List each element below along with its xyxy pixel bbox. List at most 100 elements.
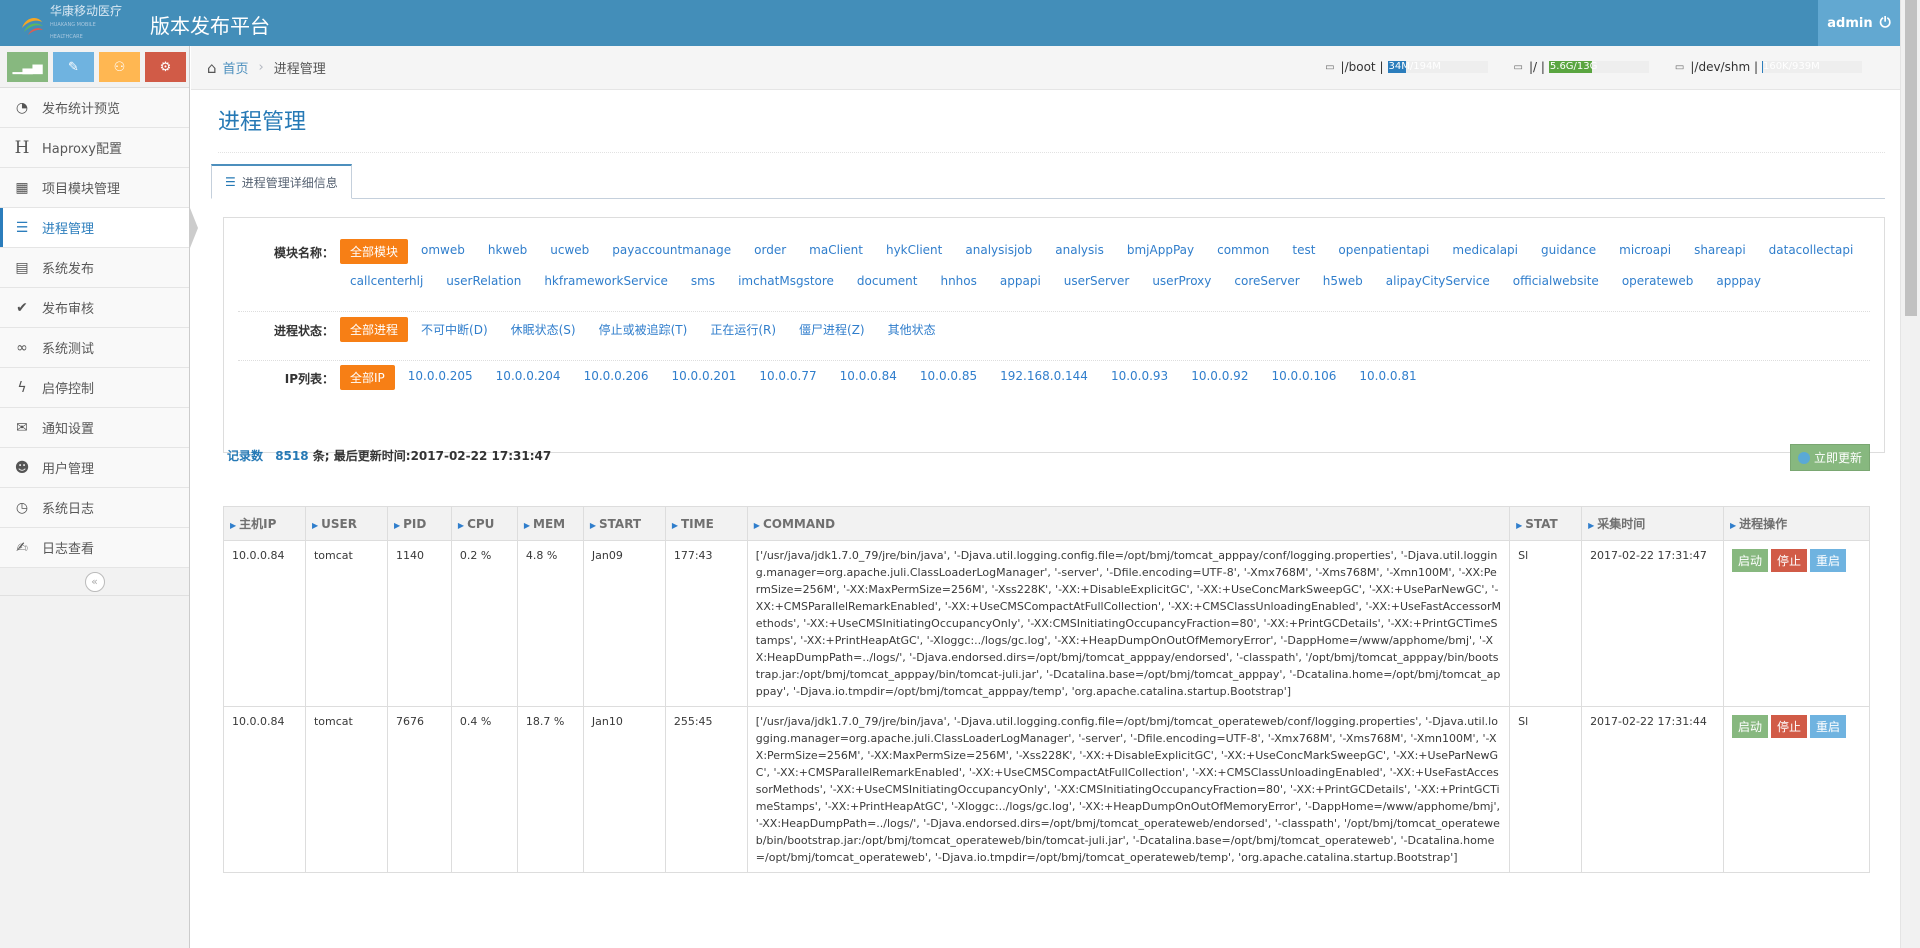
status-filter-item[interactable]: 休眠状态(S) xyxy=(501,317,586,342)
column-header[interactable]: ▶ CPU xyxy=(450,506,518,541)
status-filter-item[interactable]: 其他状态 xyxy=(878,317,946,342)
status-filter-item[interactable]: 不可中断(D) xyxy=(411,317,498,342)
module-filter-item[interactable]: document xyxy=(847,270,928,292)
module-filter-item[interactable]: callcenterhlj xyxy=(340,270,433,292)
sidebar-item[interactable]: ✔ 发布审核 xyxy=(0,288,189,328)
module-filter-item[interactable]: hkframeworkService xyxy=(534,270,678,292)
module-filter-item[interactable]: hykClient xyxy=(876,239,952,264)
module-filter-item[interactable]: ucweb xyxy=(540,239,599,264)
column-header[interactable]: ▶ 主机IP xyxy=(223,506,306,541)
ip-filter-item[interactable]: 10.0.0.93 xyxy=(1101,365,1178,390)
ip-filter-item[interactable]: 10.0.0.205 xyxy=(398,365,483,390)
user-menu[interactable]: admin ⏻ xyxy=(1818,0,1900,46)
module-filter-item[interactable]: apppay xyxy=(1706,270,1771,292)
ip-filter-item[interactable]: 192.168.0.144 xyxy=(990,365,1098,390)
module-filter-item[interactable]: analysisjob xyxy=(955,239,1042,264)
module-filter-item[interactable]: hkweb xyxy=(478,239,537,264)
signal-shortcut-button[interactable]: ▁▃▅ xyxy=(7,52,48,82)
sidebar-item[interactable]: H Haproxy配置 xyxy=(0,128,189,168)
module-filter-item[interactable]: userRelation xyxy=(436,270,531,292)
status-filter-item[interactable]: 全部进程 xyxy=(340,317,409,342)
ip-filter-item[interactable]: 10.0.0.201 xyxy=(661,365,746,390)
restart-button[interactable]: 重启 xyxy=(1810,715,1847,738)
table-header-row: ▶ 主机IP ▶ USER ▶ PID ▶ CPU ▶ MEM ▶ START ▶ TIME ▶ COMMAN… xyxy=(223,506,1871,541)
module-filter-item[interactable]: imchatMsgstore xyxy=(728,270,844,292)
page-scrollbar[interactable] xyxy=(1900,0,1920,948)
pencil-shortcut-button[interactable]: ✎ xyxy=(53,52,94,82)
tab-process-details[interactable]: ☰ 进程管理详细信息 xyxy=(211,164,352,199)
module-filter-item[interactable]: maClient xyxy=(799,239,873,264)
double-angle-left-icon[interactable]: « xyxy=(84,571,105,592)
ip-filter-item[interactable]: 10.0.0.84 xyxy=(830,365,907,390)
sidebar-item[interactable]: ☻ 用户管理 xyxy=(0,448,189,488)
column-header[interactable]: ▶ 进程操作 xyxy=(1722,506,1871,541)
ip-filter-item[interactable]: 10.0.0.92 xyxy=(1181,365,1258,390)
sidebar-item[interactable]: ϟ 启停控制 xyxy=(0,368,189,408)
module-filter-item[interactable]: datacollectapi xyxy=(1759,239,1864,264)
module-filter-item[interactable]: omweb xyxy=(411,239,475,264)
module-filter-item[interactable]: microapi xyxy=(1609,239,1681,264)
group-shortcut-button[interactable]: ⚇ xyxy=(99,52,140,82)
column-header[interactable]: ▶ PID xyxy=(386,506,452,541)
restart-button[interactable]: 重启 xyxy=(1810,549,1847,572)
status-filter-item[interactable]: 正在运行(R) xyxy=(700,317,786,342)
module-filter-item[interactable]: bmjAppPay xyxy=(1117,239,1204,264)
column-header[interactable]: ▶ USER xyxy=(304,506,388,541)
ip-filter-item[interactable]: 10.0.0.204 xyxy=(486,365,571,390)
sidebar-item[interactable]: ☰ 进程管理 xyxy=(0,208,198,248)
status-filter-item[interactable]: 僵尸进程(Z) xyxy=(789,317,875,342)
module-filter-item[interactable]: analysis xyxy=(1045,239,1114,264)
module-filter-item[interactable]: h5web xyxy=(1313,270,1373,292)
module-filter-item[interactable]: shareapi xyxy=(1684,239,1756,264)
column-header[interactable]: ▶ START xyxy=(582,506,666,541)
module-filter-item[interactable]: officialwebsite xyxy=(1503,270,1609,292)
stop-button[interactable]: 停止 xyxy=(1771,549,1808,572)
stop-button[interactable]: 停止 xyxy=(1771,715,1808,738)
power-icon[interactable]: ⏻ xyxy=(1880,15,1891,31)
sidebar-item[interactable]: ✍ 日志查看 xyxy=(0,528,189,568)
module-filter-item[interactable]: test xyxy=(1282,239,1325,264)
ip-filter-item[interactable]: 10.0.0.77 xyxy=(749,365,826,390)
module-filter-item[interactable]: medicalapi xyxy=(1442,239,1528,264)
sidebar-item[interactable]: ▦ 项目模块管理 xyxy=(0,168,189,208)
scrollbar-thumb[interactable] xyxy=(1905,0,1917,316)
module-filter-item[interactable]: guidance xyxy=(1531,239,1606,264)
module-filter-item[interactable]: common xyxy=(1207,239,1279,264)
module-filter-item[interactable]: hnhos xyxy=(930,270,986,292)
sidebar-item[interactable]: ▤ 系统发布 xyxy=(0,248,189,288)
ip-filter-item[interactable]: 10.0.0.206 xyxy=(574,365,659,390)
sidebar-item[interactable]: ✉ 通知设置 xyxy=(0,408,189,448)
module-filter-item[interactable]: openpatientapi xyxy=(1328,239,1439,264)
module-filter-item[interactable]: sms xyxy=(681,270,725,292)
module-filter-item[interactable]: coreServer xyxy=(1224,270,1309,292)
column-header[interactable]: ▶ COMMAND xyxy=(746,506,1511,541)
module-filter-item[interactable]: operateweb xyxy=(1612,270,1704,292)
ip-filter-item[interactable]: 10.0.0.85 xyxy=(910,365,987,390)
column-header[interactable]: ▶ STAT xyxy=(1509,506,1583,541)
ip-filter-item[interactable]: 10.0.0.81 xyxy=(1349,365,1426,390)
module-filter-item[interactable]: payaccountmanage xyxy=(602,239,741,264)
module-filter-item[interactable]: alipayCityService xyxy=(1376,270,1500,292)
module-filter-item[interactable]: userServer xyxy=(1054,270,1140,292)
ip-filter-item[interactable]: 全部IP xyxy=(340,365,395,390)
module-filter-item[interactable]: 全部模块 xyxy=(340,239,409,264)
brand[interactable]: 华康移动医疗 HUAKANG MOBILE HEALTHCARE 版本发布平台 xyxy=(18,5,270,40)
sidebar-shortcuts: ▁▃▅ ✎ ⚇ ⚙ xyxy=(0,46,189,88)
sidebar-item[interactable]: ◷ 系统日志 xyxy=(0,488,189,528)
sidebar-item[interactable]: ∞ 系统测试 xyxy=(0,328,189,368)
module-filter-item[interactable]: userProxy xyxy=(1142,270,1221,292)
column-header[interactable]: ▶ MEM xyxy=(516,506,584,541)
module-filter-item[interactable]: order xyxy=(744,239,796,264)
module-filter-item[interactable]: appapi xyxy=(990,270,1051,292)
column-header-label: TIME xyxy=(680,516,714,531)
column-header[interactable]: ▶ TIME xyxy=(664,506,748,541)
sidebar-item[interactable]: ◔ 发布统计预览 xyxy=(0,88,189,128)
ip-filter-item[interactable]: 10.0.0.106 xyxy=(1261,365,1346,390)
status-filter-item[interactable]: 停止或被追踪(T) xyxy=(589,317,698,342)
start-button[interactable]: 启动 xyxy=(1731,549,1768,572)
column-header[interactable]: ▶ 采集时间 xyxy=(1581,506,1724,541)
start-button[interactable]: 启动 xyxy=(1731,715,1768,738)
breadcrumb-home-link[interactable]: 首页 xyxy=(223,58,249,77)
cogs-shortcut-button[interactable]: ⚙ xyxy=(145,52,186,82)
refresh-now-button[interactable]: 立即更新 xyxy=(1790,444,1870,471)
